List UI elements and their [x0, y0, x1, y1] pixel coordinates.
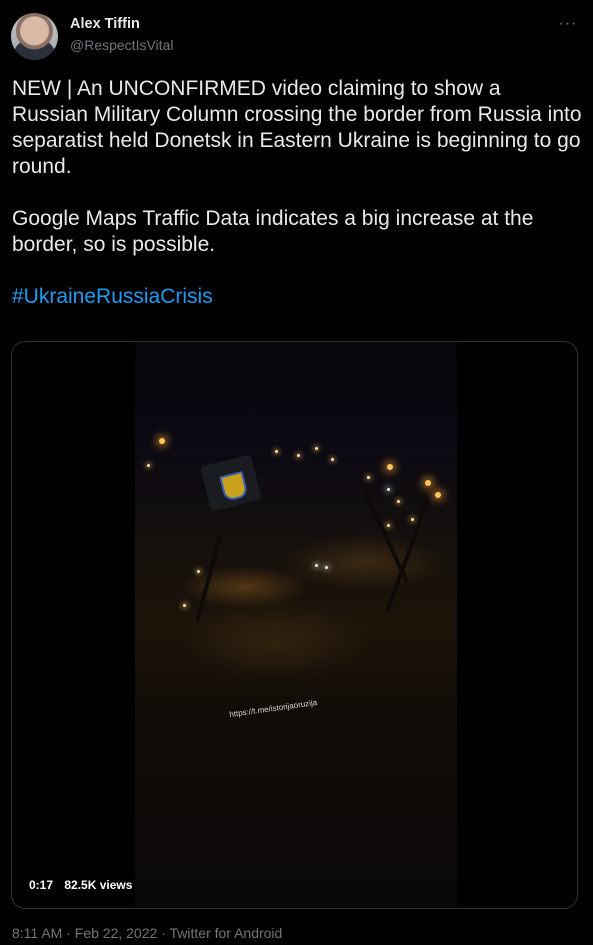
tweet-source[interactable]: Twitter for Android — [170, 925, 283, 941]
hashtag-link[interactable]: #UkraineRussiaCrisis — [12, 285, 213, 308]
footer-separator: · — [161, 925, 166, 941]
more-horizontal-icon[interactable]: ··· — [556, 15, 580, 35]
tweet-paragraph-2: Google Maps Traffic Data indicates a big… — [12, 207, 534, 256]
tweet-text: NEW | An UNCONFIRMED video claiming to s… — [12, 76, 582, 310]
video-player[interactable]: https://t.me/istorijaoruzija 0:17 82.5K … — [11, 341, 578, 909]
video-watermark: https://t.me/istorijaoruzija — [228, 697, 318, 720]
tweet-header: Alex Tiffin @RespectIsVital ··· — [11, 13, 581, 61]
video-stats: 0:17 82.5K views — [29, 878, 140, 892]
author-display-name[interactable]: Alex Tiffin — [70, 16, 140, 32]
tweet: Alex Tiffin @RespectIsVital ··· NEW | An… — [0, 0, 593, 945]
video-thumbnail: https://t.me/istorijaoruzija — [135, 342, 457, 908]
video-views: 82.5K views — [64, 878, 133, 892]
tweet-footer: 8:11 AM · Feb 22, 2022 · Twitter for And… — [12, 925, 282, 941]
footer-separator: · — [66, 925, 71, 941]
sign-logo — [200, 454, 262, 512]
video-duration: 0:17 — [29, 878, 54, 892]
author-handle[interactable]: @RespectIsVital — [70, 37, 173, 53]
tweet-time[interactable]: 8:11 AM — [12, 925, 62, 941]
tweet-paragraph-1: NEW | An UNCONFIRMED video claiming to s… — [12, 77, 582, 178]
avatar[interactable] — [11, 13, 58, 60]
tweet-date[interactable]: Feb 22, 2022 — [75, 925, 158, 941]
